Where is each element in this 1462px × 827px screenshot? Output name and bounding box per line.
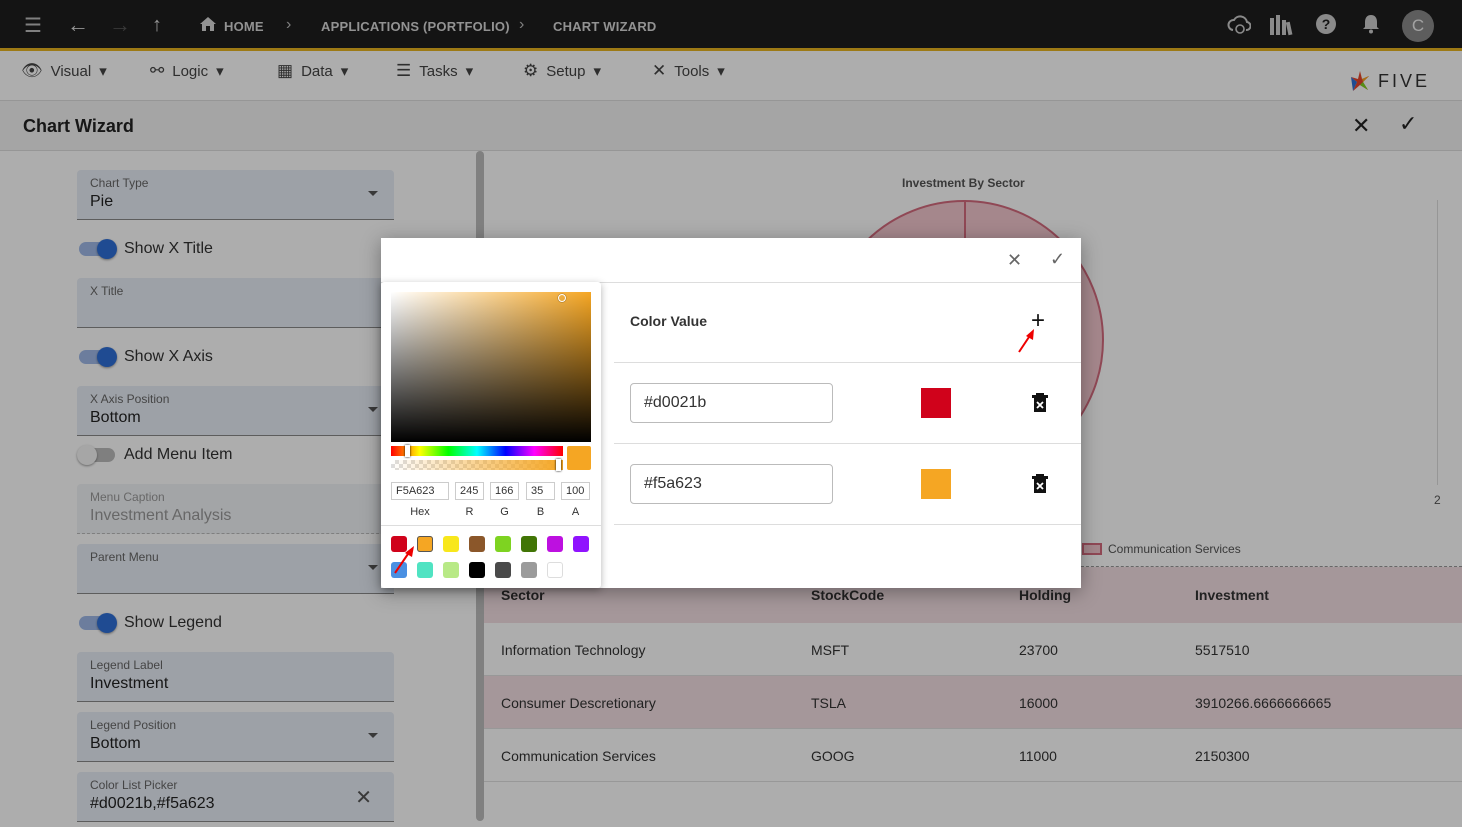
swatch-gray[interactable]: [521, 562, 537, 578]
swatch-yellow[interactable]: [443, 536, 459, 552]
red-arrow-annotation-icon: [393, 544, 417, 579]
hex-label: Hex: [410, 506, 430, 518]
blue-input[interactable]: 35: [526, 482, 555, 500]
hex-input[interactable]: F5A623: [391, 482, 449, 500]
divider: [614, 524, 1081, 525]
blue-label: B: [536, 506, 545, 518]
hue-slider[interactable]: [391, 446, 563, 456]
swatch-magenta[interactable]: [547, 536, 563, 552]
alpha-slider[interactable]: [391, 460, 563, 470]
red-input[interactable]: 245: [455, 482, 484, 500]
swatch-white[interactable]: [547, 562, 563, 578]
current-color-preview: [567, 446, 591, 470]
red-label: R: [465, 506, 474, 518]
alpha-label: A: [571, 506, 580, 518]
alpha-input[interactable]: 100: [561, 482, 590, 500]
swatch-teal[interactable]: [417, 562, 433, 578]
alpha-slider-handle[interactable]: [556, 459, 561, 471]
swatch-pale-green[interactable]: [443, 562, 459, 578]
color-value-input[interactable]: #f5a623: [630, 464, 833, 504]
green-label: G: [500, 506, 509, 518]
hue-slider-handle[interactable]: [405, 445, 410, 457]
picker-divider: [381, 525, 601, 526]
green-input[interactable]: 166: [490, 482, 519, 500]
divider: [614, 443, 1081, 444]
dialog-header: [381, 238, 1081, 283]
dialog-confirm-check-icon[interactable]: ✓: [1050, 250, 1065, 268]
swatch-brown[interactable]: [469, 536, 485, 552]
color-preview-swatch[interactable]: [921, 388, 951, 418]
saturation-area[interactable]: [391, 292, 591, 442]
color-value-input[interactable]: #d0021b: [630, 383, 833, 423]
color-value-heading: Color Value: [630, 313, 708, 329]
delete-trash-icon[interactable]: [1031, 474, 1049, 494]
red-arrow-annotation-icon: [1016, 328, 1038, 359]
swatch-orange[interactable]: [417, 536, 433, 552]
swatch-black[interactable]: [469, 562, 485, 578]
saturation-handle[interactable]: [558, 294, 566, 302]
divider: [614, 362, 1081, 363]
color-preview-swatch[interactable]: [921, 469, 951, 499]
dialog-close-icon[interactable]: ✕: [1007, 251, 1022, 269]
swatch-dark-green[interactable]: [521, 536, 537, 552]
swatch-purple[interactable]: [573, 536, 589, 552]
delete-trash-icon[interactable]: [1031, 393, 1049, 413]
swatch-light-green[interactable]: [495, 536, 511, 552]
swatch-dark-gray[interactable]: [495, 562, 511, 578]
